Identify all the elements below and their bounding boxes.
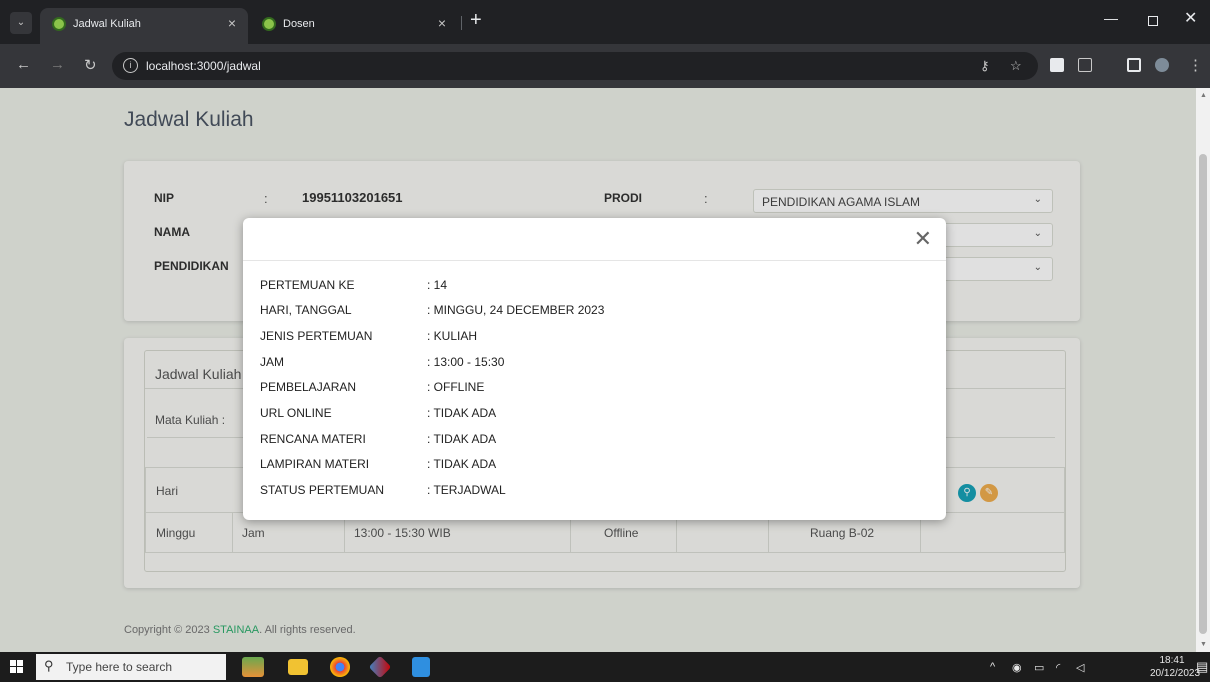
site-info-icon[interactable]: i — [123, 58, 138, 73]
scroll-down-icon[interactable]: ▼ — [1200, 641, 1207, 648]
detail-label: STATUS PERTEMUAN — [260, 483, 385, 497]
tab-search-chevron-icon[interactable]: ⌄ — [10, 12, 32, 34]
detail-value: : TERJADWAL — [427, 483, 506, 497]
side-panel-icon[interactable] — [1127, 58, 1141, 72]
windows-taskbar: ⚲ Type here to search ^ ◉ ▭ ◜ ◁ 18:41 20… — [0, 652, 1210, 682]
detail-label: PERTEMUAN KE — [260, 278, 355, 292]
tab-dosen[interactable]: Dosen × — [250, 8, 458, 44]
detail-value: : TIDAK ADA — [427, 432, 497, 446]
browser-toolbar: ← → ↻ i localhost:3000/jadwal ⚷ ☆ ⋮ — [0, 44, 1210, 88]
search-placeholder: Type here to search — [66, 660, 173, 674]
meeting-detail-modal: ✕ PERTEMUAN KE : 14 HARI, TANGGAL : MING… — [243, 218, 946, 520]
tab-title: Dosen — [283, 18, 315, 30]
detail-value: : 13:00 - 15:30 — [427, 355, 505, 369]
wifi-icon[interactable]: ◜ — [1056, 661, 1060, 674]
detail-value: : KULIAH — [427, 329, 478, 343]
scroll-up-icon[interactable]: ▲ — [1200, 92, 1207, 99]
reload-icon[interactable]: ↻ — [84, 56, 97, 74]
detail-label: JAM — [260, 355, 284, 369]
windows-start-icon[interactable] — [10, 660, 24, 674]
bookmark-star-icon[interactable]: ☆ — [1010, 58, 1022, 74]
detail-value: : MINGGU, 24 DECEMBER 2023 — [427, 303, 605, 317]
puzzle-extensions-icon[interactable] — [1078, 58, 1092, 72]
volume-icon[interactable]: ◁ — [1076, 661, 1084, 674]
notification-icon[interactable]: ▤ — [1196, 659, 1208, 675]
taskbar-clock[interactable]: 18:41 20/12/2023 — [1150, 654, 1201, 680]
browser-tab-strip: ⌄ Jadwal Kuliah × Dosen × + — ✕ — [0, 0, 1210, 44]
chrome-app-icon[interactable] — [330, 657, 350, 677]
profile-avatar-icon[interactable] — [1155, 58, 1169, 72]
close-window-icon[interactable]: ✕ — [1184, 8, 1197, 28]
file-explorer-icon[interactable] — [288, 659, 308, 675]
clock-date: 20/12/2023 — [1150, 668, 1201, 679]
detail-label: URL ONLINE — [260, 406, 332, 420]
search-icon: ⚲ — [44, 658, 54, 673]
detail-value: : TIDAK ADA — [427, 406, 497, 420]
close-tab-icon[interactable]: × — [438, 15, 446, 31]
widgets-app-icon[interactable] — [242, 657, 264, 677]
address-bar[interactable]: i localhost:3000/jadwal ⚷ ☆ — [112, 52, 1038, 80]
url-text: localhost:3000/jadwal — [146, 59, 261, 73]
browser-menu-icon[interactable]: ⋮ — [1188, 56, 1203, 74]
minimize-icon[interactable]: — — [1104, 10, 1118, 26]
detail-label: RENCANA MATERI — [260, 432, 366, 446]
key-icon[interactable]: ⚷ — [980, 58, 990, 74]
close-tab-icon[interactable]: × — [228, 15, 236, 31]
extension-icon[interactable] — [1050, 58, 1064, 72]
close-icon[interactable]: ✕ — [914, 226, 932, 252]
favicon-icon — [262, 17, 276, 31]
detail-label: PEMBELAJARAN — [260, 380, 357, 394]
taskbar-search-input[interactable]: ⚲ Type here to search — [36, 654, 226, 680]
scrollbar-thumb[interactable] — [1199, 154, 1207, 634]
tab-title: Jadwal Kuliah — [73, 18, 141, 30]
tab-separator — [461, 16, 462, 30]
modal-header: ✕ — [243, 218, 946, 261]
page-scrollbar[interactable]: ▲ ▼ — [1196, 88, 1210, 652]
restore-icon[interactable] — [1148, 16, 1158, 26]
new-tab-button[interactable]: + — [470, 9, 482, 32]
detail-value: : TIDAK ADA — [427, 457, 497, 471]
detail-value: : OFFLINE — [427, 380, 485, 394]
detail-label: LAMPIRAN MATERI — [260, 457, 370, 471]
battery-icon[interactable]: ▭ — [1034, 661, 1044, 674]
detail-value: : 14 — [427, 278, 448, 292]
meet-now-icon[interactable]: ◉ — [1012, 661, 1022, 674]
forward-arrow-icon[interactable]: → — [50, 56, 65, 73]
clock-time: 18:41 — [1159, 655, 1185, 666]
back-arrow-icon[interactable]: ← — [16, 56, 31, 73]
favicon-icon — [52, 17, 66, 31]
detail-label: HARI, TANGGAL — [260, 303, 352, 317]
git-app-icon[interactable] — [368, 655, 392, 679]
detail-label: JENIS PERTEMUAN — [260, 329, 373, 343]
tray-chevron-icon[interactable]: ^ — [990, 661, 995, 673]
tab-jadwal-kuliah[interactable]: Jadwal Kuliah × — [40, 8, 248, 44]
vscode-app-icon[interactable] — [412, 657, 430, 677]
